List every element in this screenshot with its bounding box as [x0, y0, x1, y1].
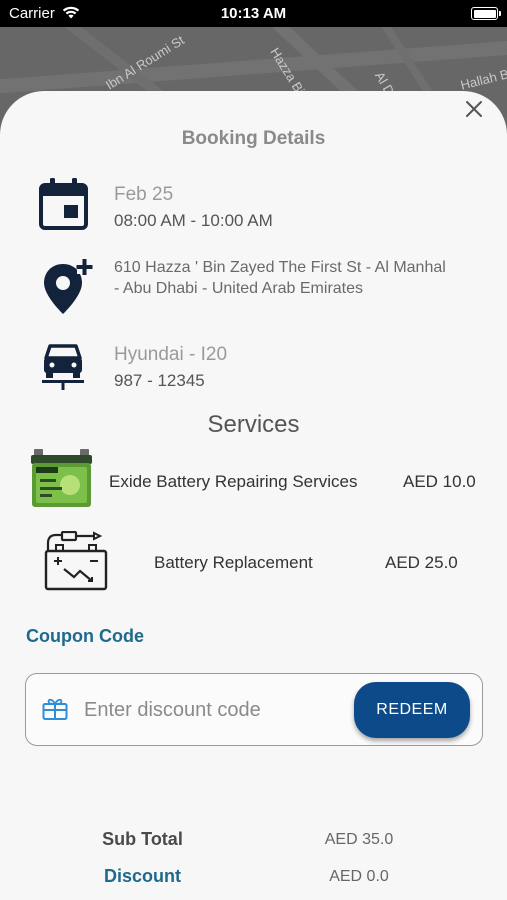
car-icon — [42, 344, 84, 390]
booking-date: Feb 25 — [114, 184, 174, 205]
coupon-code-label: Coupon Code — [26, 626, 144, 646]
discount-code-input[interactable] — [84, 692, 344, 728]
page-title: Booking Details — [181, 128, 326, 149]
service-price: AED 25.0 — [385, 553, 458, 572]
close-icon[interactable] — [462, 97, 486, 121]
calendar-icon — [39, 178, 88, 230]
subtotal-label: Sub Total — [102, 829, 183, 849]
vehicle-plate: 987 - 12345 — [114, 371, 205, 390]
redeem-button[interactable]: REDEEM — [354, 682, 470, 738]
clock: 10:13 AM — [220, 5, 287, 22]
services-heading: Services — [207, 411, 300, 438]
service-price: AED 10.0 — [403, 472, 476, 491]
coupon-input-box: REDEEM — [25, 673, 483, 746]
battery-replacement-icon — [44, 531, 108, 591]
service-name: Battery Replacement — [154, 553, 313, 572]
subtotal-value: AED 35.0 — [324, 831, 394, 848]
booking-details-sheet: Booking Details Feb 25 08:00 AM - 10:00 … — [0, 91, 507, 900]
battery-icon — [471, 7, 501, 20]
booking-time-range: 08:00 AM - 10:00 AM — [114, 211, 273, 230]
vehicle-name: Hyundai - I20 — [114, 344, 228, 365]
service-name: Exide Battery Repairing Services — [109, 472, 358, 491]
gift-icon — [42, 698, 68, 720]
add-location-icon — [44, 259, 93, 314]
status-bar: Carrier 10:13 AM — [0, 0, 507, 27]
battery-product-icon — [31, 449, 92, 507]
discount-value: AED 0.0 — [329, 868, 389, 885]
booking-address: 610 Hazza ' Bin Zayed The First St - Al … — [114, 259, 446, 297]
discount-label: Discount — [103, 866, 181, 886]
